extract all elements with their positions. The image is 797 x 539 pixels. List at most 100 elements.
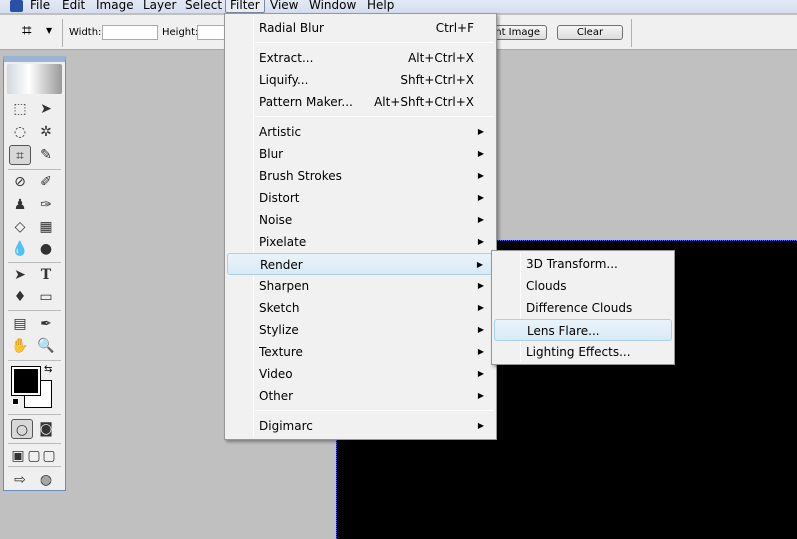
clear-button[interactable]: Clear (557, 25, 623, 40)
dodge-tool-icon[interactable]: ● (35, 239, 57, 259)
render-submenu: 3D Transform... Clouds Difference Clouds Le… (491, 250, 675, 365)
menu-item-noise[interactable]: Noise ▶ (227, 209, 494, 231)
label: 3D Transform... (526, 257, 618, 271)
menu-item-stylize[interactable]: Stylize ▶ (227, 319, 494, 341)
gradient-tool-icon[interactable]: ▦ (35, 217, 57, 237)
divider (62, 19, 63, 47)
submenu-arrow-icon: ▶ (477, 347, 484, 356)
magic-wand-icon[interactable]: ✲ (35, 122, 57, 142)
type-tool-icon[interactable]: T (35, 265, 57, 285)
submenu-arrow-icon: ▶ (477, 237, 484, 246)
menu-window[interactable]: Window (305, 0, 360, 13)
menu-item-sketch[interactable]: Sketch ▶ (227, 297, 494, 319)
healing-brush-icon[interactable]: ⊘ (9, 172, 31, 192)
label: Artistic (259, 125, 302, 139)
menu-item-distort[interactable]: Distort ▶ (227, 187, 494, 209)
crop-tool-icon[interactable]: ⌗ (22, 21, 32, 41)
menu-filter[interactable]: Filter (225, 0, 265, 13)
divider (8, 169, 61, 170)
toolbox: ⬚ ➤ ◌ ✲ ⌗ ✎ ⊘ ✐ ♟ ✑ ◇ ▦ 💧 ● ➤ T ♦ ▭ ▤ ✒ … (3, 56, 66, 491)
shape-tool-icon[interactable]: ▭ (35, 287, 57, 307)
hand-tool-icon[interactable]: ✋ (9, 336, 31, 356)
menu-item-3d-transform[interactable]: 3D Transform... (494, 253, 672, 275)
divider (8, 360, 61, 361)
width-input[interactable] (102, 25, 158, 40)
menu-item-blur[interactable]: Blur ▶ (227, 143, 494, 165)
screen-mode-full-menu-icon[interactable]: ▢ (26, 446, 42, 466)
label: Render (260, 258, 303, 272)
eraser-tool-icon[interactable]: ◇ (9, 217, 31, 237)
label: Noise (259, 213, 293, 227)
history-brush-icon[interactable]: ✑ (35, 195, 57, 215)
menu-item-render[interactable]: Render ▶ (227, 253, 494, 275)
stamp-tool-icon[interactable]: ♟ (9, 195, 31, 215)
menu-item-lighting-effects[interactable]: Lighting Effects... (494, 341, 672, 363)
imageready-icon[interactable]: ◍ (35, 470, 57, 490)
crop-tool-icon[interactable]: ⌗ (9, 145, 31, 165)
menu-item-clouds[interactable]: Clouds (494, 275, 672, 297)
foreground-color-swatch[interactable] (11, 366, 41, 396)
divider (8, 443, 61, 444)
submenu-arrow-icon: ▶ (477, 369, 484, 378)
brush-tool-icon[interactable]: ✐ (35, 172, 57, 192)
screen-mode-standard-icon[interactable]: ▣ (9, 446, 27, 466)
menu-item-radial-blur[interactable]: Radial Blur Ctrl+F (227, 17, 494, 39)
swap-colors-icon[interactable]: ⇆ (44, 364, 52, 375)
quick-mask-icon[interactable]: ◙ (35, 419, 57, 439)
adobe-online-icon[interactable] (7, 64, 62, 94)
pen-tool-icon[interactable]: ♦ (9, 287, 31, 307)
menu-item-other[interactable]: Other ▶ (227, 385, 494, 407)
app-icon[interactable] (10, 0, 23, 12)
menu-item-pattern-maker[interactable]: Pattern Maker... Alt+Shft+Ctrl+X (227, 91, 494, 113)
lasso-tool-icon[interactable]: ◌ (9, 122, 31, 142)
menu-item-extract[interactable]: Extract... Alt+Ctrl+X (227, 47, 494, 69)
path-selection-icon[interactable]: ➤ (9, 265, 31, 285)
label: Brush Strokes (259, 169, 342, 183)
label: Digimarc (259, 419, 313, 433)
default-colors-icon[interactable] (12, 398, 19, 405)
notes-tool-icon[interactable]: ▤ (9, 314, 31, 334)
menu-item-brush-strokes[interactable]: Brush Strokes ▶ (227, 165, 494, 187)
label: Sharpen (259, 279, 310, 293)
label: Pixelate (259, 235, 307, 249)
shortcut: Alt+Shft+Ctrl+X (374, 95, 474, 109)
menu-item-artistic[interactable]: Artistic ▶ (227, 121, 494, 143)
menu-item-sharpen[interactable]: Sharpen ▶ (227, 275, 494, 297)
slice-tool-icon[interactable]: ✎ (35, 145, 57, 165)
divider (631, 19, 632, 47)
menu-image[interactable]: Image (92, 0, 138, 13)
label: Lighting Effects... (526, 345, 631, 359)
blur-tool-icon[interactable]: 💧 (9, 239, 31, 259)
screen-mode-full-icon[interactable]: ▢ (41, 446, 57, 466)
menu-select[interactable]: Select (181, 0, 226, 13)
menu-separator (255, 116, 494, 117)
eyedropper-icon[interactable]: ✒ (35, 314, 57, 334)
menu-help[interactable]: Help (363, 0, 398, 13)
label: Radial Blur (259, 21, 324, 35)
shortcut: Ctrl+F (435, 21, 474, 35)
chevron-down-icon[interactable]: ▼ (46, 26, 52, 35)
standard-mode-icon[interactable]: ○ (11, 419, 33, 439)
menu-item-video[interactable]: Video ▶ (227, 363, 494, 385)
menu-item-lens-flare[interactable]: Lens Flare... (494, 319, 672, 341)
menu-item-pixelate[interactable]: Pixelate ▶ (227, 231, 494, 253)
jump-to-imageready-icon[interactable]: ⇨ (9, 470, 31, 490)
menu-file[interactable]: File (26, 0, 54, 13)
label: Clouds (526, 279, 567, 293)
menu-item-digimarc[interactable]: Digimarc ▶ (227, 415, 494, 437)
label: Difference Clouds (526, 301, 633, 315)
menu-view[interactable]: View (266, 0, 302, 13)
menu-layer[interactable]: Layer (139, 0, 180, 13)
menu-item-liquify[interactable]: Liquify... Shft+Ctrl+X (227, 69, 494, 91)
menu-item-texture[interactable]: Texture ▶ (227, 341, 494, 363)
divider (8, 414, 61, 415)
divider (8, 466, 61, 467)
label: Video (259, 367, 293, 381)
zoom-tool-icon[interactable]: 🔍 (35, 336, 57, 356)
move-tool-icon[interactable]: ➤ (35, 99, 57, 119)
menu-edit[interactable]: Edit (58, 0, 89, 13)
marquee-tool-icon[interactable]: ⬚ (9, 99, 31, 119)
menu-item-difference-clouds[interactable]: Difference Clouds (494, 297, 672, 319)
submenu-arrow-icon: ▶ (477, 149, 484, 158)
label: Stylize (259, 323, 299, 337)
